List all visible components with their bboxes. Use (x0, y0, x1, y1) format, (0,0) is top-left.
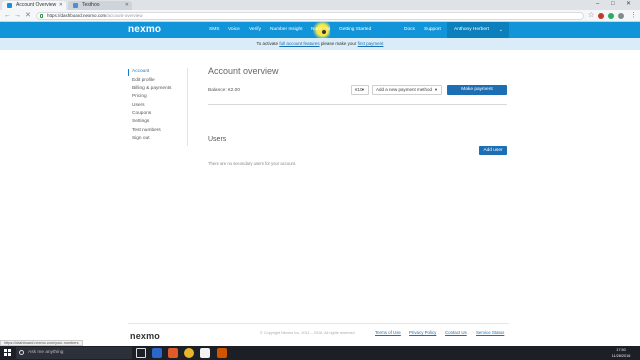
caret-down-icon: ▼ (434, 87, 438, 92)
mouse-cursor (322, 30, 326, 34)
top-navigation: nexmo SMS Voice Verify Number Insight Nu… (0, 22, 640, 38)
url-path: /account-overview (106, 13, 143, 18)
close-tab-icon[interactable]: ✕ (125, 1, 129, 10)
maximize-icon[interactable]: □ (611, 0, 615, 9)
stop-icon[interactable]: ✕ (25, 12, 31, 20)
sidebar-item-test-numbers[interactable]: Test numbers (132, 128, 161, 134)
chrome-icon[interactable] (184, 348, 194, 358)
forward-icon[interactable]: → (14, 12, 21, 20)
windows-start-icon[interactable] (4, 349, 12, 357)
browser-tab-account-overview[interactable]: Account Overview ✕ (2, 1, 66, 10)
extension-icon[interactable] (598, 13, 604, 19)
app-icon[interactable] (168, 348, 178, 358)
payment-method-select[interactable]: Add a new payment method ▼ (372, 85, 442, 95)
user-menu[interactable]: Anthony Herbert ⌄ (447, 22, 509, 38)
tab-title: Account Overview (16, 2, 57, 8)
nav-voice[interactable]: Voice (228, 22, 240, 38)
make-payment-button[interactable]: Make payment (447, 85, 507, 95)
browser-tab-testhoo[interactable]: Testhoo ✕ (68, 1, 132, 10)
nav-getting-started[interactable]: Getting Started (339, 22, 371, 38)
nav-support[interactable]: Support (424, 22, 441, 38)
minimize-icon[interactable]: – (596, 0, 599, 9)
footer-logo[interactable]: nexmo (130, 326, 160, 344)
clock-date: 11/28/2016 (611, 354, 631, 358)
extension-icon[interactable] (608, 13, 614, 19)
first-payment-link[interactable]: first payment (358, 41, 384, 46)
close-tab-icon[interactable]: ✕ (59, 1, 63, 10)
caret-down-icon: ▼ (361, 87, 365, 92)
taskbar-clock[interactable]: 17:50 11/28/2016 (604, 347, 638, 359)
taskbar-search[interactable]: Ask me anything (16, 347, 132, 359)
contact-us-link[interactable]: Contact Us (445, 330, 467, 335)
copyright-text: © Copyright Nexmo Inc. 2011 – 2016. All … (260, 331, 356, 335)
nav-numbers[interactable]: Numbers (311, 22, 331, 38)
tab-title: Testhoo (82, 2, 100, 8)
sidebar-item-pricing[interactable]: Pricing (132, 94, 147, 100)
sidebar-item-edit-profile[interactable]: Edit profile (132, 78, 155, 84)
footer-divider (128, 323, 509, 324)
balance-text: Balance: €2.00 (208, 88, 241, 93)
banner-text: To activate (256, 41, 279, 46)
users-heading: Users (208, 136, 227, 143)
nav-sms[interactable]: SMS (209, 22, 219, 38)
app-icon[interactable] (200, 348, 210, 358)
service-status-link[interactable]: Service Status (476, 330, 504, 335)
nexmo-logo[interactable]: nexmo (128, 24, 161, 36)
url-host: https://dashboard.nexmo.com (47, 13, 107, 18)
full-account-features-link[interactable]: full account features (279, 41, 319, 46)
browser-tabstrip: Account Overview ✕ Testhoo ✕ – □ ✕ (0, 0, 640, 10)
section-divider (208, 104, 507, 105)
sidebar-item-settings[interactable]: Settings (132, 119, 149, 125)
nexmo-favicon-icon (7, 3, 12, 8)
browser-toolbar: ← → ✕ https://dashboard.nexmo.com/accoun… (0, 10, 640, 22)
amount-select[interactable]: €10 ▼ (351, 85, 369, 95)
nav-docs[interactable]: Docs (404, 22, 415, 38)
user-name: Anthony Herbert (454, 27, 489, 32)
terms-of-use-link[interactable]: Terms of Use (375, 330, 401, 335)
nav-verify[interactable]: Verify (249, 22, 261, 38)
sidebar-item-coupons[interactable]: Coupons (132, 111, 151, 117)
search-placeholder: Ask me anything (28, 350, 64, 355)
back-icon[interactable]: ← (4, 12, 11, 20)
page-favicon-icon (73, 3, 78, 8)
privacy-policy-link[interactable]: Privacy Policy (409, 330, 436, 335)
edge-icon[interactable] (152, 348, 162, 358)
bookmark-star-icon[interactable]: ☆ (588, 12, 594, 20)
app-icon[interactable] (217, 348, 227, 358)
close-window-icon[interactable]: ✕ (626, 0, 631, 9)
page-title: Account overview (208, 66, 279, 76)
add-user-button[interactable]: Add user (479, 146, 507, 155)
footer-logo-text: nexmo (130, 331, 161, 341)
active-indicator (128, 69, 129, 76)
account-sidebar: Account Edit profile Billing & payments … (128, 68, 188, 146)
nav-number-insight[interactable]: Number Insight (270, 22, 303, 38)
no-users-message: There are no secondary users for your ac… (208, 161, 297, 166)
chevron-down-icon: ⌄ (498, 27, 503, 33)
task-view-icon[interactable] (136, 348, 146, 358)
sidebar-item-sign-out[interactable]: Sign out (132, 136, 150, 142)
secure-lock-icon (40, 14, 43, 18)
sidebar-item-billing[interactable]: Billing & payments (132, 86, 171, 92)
extension-icon[interactable] (618, 13, 624, 19)
sidebar-item-account[interactable]: Account (132, 69, 149, 75)
banner-text: please make your (320, 41, 357, 46)
activation-banner: To activate full account features please… (0, 38, 640, 50)
sidebar-item-users[interactable]: Users (132, 103, 145, 109)
address-bar[interactable]: https://dashboard.nexmo.com/account-over… (36, 12, 584, 20)
windows-taskbar: Ask me anything 17:50 11/28/2016 (0, 346, 640, 360)
menu-icon[interactable]: ⋮ (630, 12, 637, 20)
payment-method-value: Add a new payment method (376, 87, 433, 92)
cortana-icon (19, 350, 24, 355)
